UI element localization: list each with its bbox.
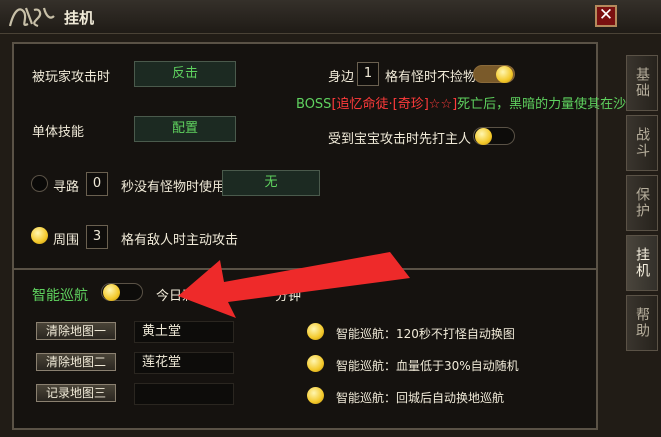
map-three-field[interactable] — [134, 383, 234, 405]
minutes-label: 分钟 — [275, 289, 302, 304]
record-map-three-button[interactable]: 记录地图三 — [36, 384, 116, 402]
around-range-input[interactable]: 3 — [86, 225, 108, 249]
nearby-suffix-label: 格有怪时不捡物 — [385, 70, 477, 85]
tab-basic[interactable]: 基础 — [626, 55, 658, 111]
counterattack-button[interactable]: 反击 — [134, 61, 236, 87]
no-pickup-toggle[interactable] — [473, 65, 515, 83]
title-bar[interactable]: 挂机 ✕ — [0, 0, 661, 34]
around-label: 周围 — [53, 233, 80, 248]
boss-notice: BOSS[追忆命徒·[奇珍]☆☆]死亡后，黑暗的力量使其在沙漠 — [296, 93, 639, 112]
option-no-fight-radio[interactable] — [307, 323, 324, 340]
boss-notice-prefix: BOSS — [296, 97, 332, 112]
auto-hunt-window: 挂机 ✕ 被玩家攻击时 反击 身边 1 格有怪时不捡物 BOSS[追忆命徒·[奇… — [0, 0, 661, 437]
map-two-field[interactable]: 莲花堂 — [134, 352, 234, 374]
today-remaining-label: 今日剩 — [156, 289, 196, 304]
toggle-knob-icon — [103, 284, 120, 301]
toggle-knob-icon — [475, 128, 492, 145]
clear-map-one-button[interactable]: 清除地图一 — [36, 322, 116, 340]
nearby-range-input[interactable]: 1 — [357, 62, 379, 86]
pathfind-item-button[interactable]: 无 — [222, 170, 320, 196]
clear-map-two-button[interactable]: 清除地图二 — [36, 353, 116, 371]
option-low-hp-label: 智能巡航：血量低于30%自动随机 — [336, 359, 519, 373]
attacked-label: 被玩家攻击时 — [32, 70, 111, 85]
single-skill-label: 单体技能 — [32, 125, 85, 140]
section-divider — [12, 268, 598, 270]
map-one-field[interactable]: 黄土堂 — [134, 321, 234, 343]
close-button[interactable]: ✕ — [595, 5, 617, 27]
attack-owner-toggle[interactable] — [473, 127, 515, 145]
boss-notice-name: [追忆命徒·[奇珍]☆☆] — [331, 97, 458, 112]
option-return-city-radio[interactable] — [307, 387, 324, 404]
pathfind-suffix-label: 秒没有怪物时使用 — [121, 180, 226, 195]
window-title: 挂机 — [64, 9, 95, 27]
nearby-prefix-label: 身边 — [328, 70, 355, 85]
option-no-fight-label: 智能巡航：120秒不打怪自动换图 — [336, 327, 515, 341]
pet-attacked-label: 受到宝宝攻击时先打主人 — [328, 132, 472, 147]
close-icon: ✕ — [598, 5, 614, 25]
around-suffix-label: 格有敌人时主动攻击 — [121, 233, 239, 248]
boss-notice-suffix: 死亡后，黑暗的力量使其在沙漠 — [457, 97, 640, 112]
around-radio[interactable] — [31, 227, 48, 244]
tab-auto-hunt[interactable]: 挂机 — [626, 235, 658, 291]
option-return-city-label: 智能巡航：回城后自动换地巡航 — [336, 391, 505, 405]
pathfind-radio[interactable] — [31, 175, 48, 192]
tab-protect[interactable]: 保护 — [626, 175, 658, 231]
toggle-knob-icon — [496, 66, 513, 83]
configure-skill-button[interactable]: 配置 — [134, 116, 236, 142]
smart-cruise-toggle[interactable] — [101, 283, 143, 301]
pathfind-label: 寻路 — [53, 180, 80, 195]
smart-cruise-label: 智能巡航 — [32, 288, 88, 304]
tab-combat[interactable]: 战斗 — [626, 115, 658, 171]
game-logo-icon — [8, 7, 55, 28]
tab-help[interactable]: 帮助 — [626, 295, 658, 351]
pathfind-seconds-input[interactable]: 0 — [86, 172, 108, 196]
option-low-hp-radio[interactable] — [307, 355, 324, 372]
